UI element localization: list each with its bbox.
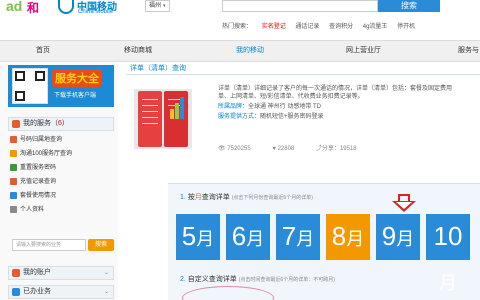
month-button[interactable]: 7月	[276, 214, 320, 260]
hot-link[interactable]: 查询积分	[329, 24, 353, 30]
hot-link[interactable]: 实名登记	[262, 24, 286, 30]
brand-row: 所属品牌：全球通 神州行 动感地带 TD	[218, 103, 478, 111]
header: ad 和 中国移动 China Mobile 福州 搜索 热门搜索： 实名登记 …	[0, 0, 480, 38]
and-logo-mark: ad	[6, 0, 23, 14]
hot-search-label: 热门搜索：	[222, 24, 253, 30]
hot-link[interactable]: 通话记录	[295, 24, 319, 30]
my-services-label: 我的服务	[23, 120, 51, 127]
service-item[interactable]: 重置服务密码	[8, 161, 114, 175]
china-mobile-icon	[58, 0, 74, 14]
service-icon	[10, 192, 17, 199]
views-stat: 👁 7520255	[218, 146, 251, 152]
china-mobile-logo[interactable]: 中国移动 China Mobile	[58, 0, 138, 20]
service-icon	[10, 164, 17, 171]
method-value: 随机短信+服务密码登录	[260, 114, 324, 120]
service-item[interactable]: 套餐使用情况	[8, 189, 114, 203]
shares-stat[interactable]: ⤴分享：19518	[316, 146, 367, 152]
service-item[interactable]: 号码归属地查询	[8, 133, 114, 147]
search-input[interactable]	[222, 0, 378, 12]
chevron-down-icon: ⌄	[103, 270, 109, 276]
my-services-count: 6	[58, 120, 62, 127]
service-item[interactable]: 充值记录查询	[8, 175, 114, 189]
service-icon	[10, 136, 17, 143]
chevron-down-icon: ⌄	[103, 289, 109, 295]
service-label: 套餐使用情况	[20, 193, 57, 199]
service-list: 号码归属地查询淘通100服务厅查询 重置服务密码 充值记录查询 套餐使用情况 个人资料	[8, 133, 114, 217]
my-account-label: 我的账户	[23, 269, 51, 276]
banner-subtitle: 下载手机客户端	[54, 93, 97, 99]
service-icon	[10, 150, 17, 157]
he-logo-mark: 和	[27, 1, 40, 15]
my-services-icon	[12, 120, 20, 128]
month-button[interactable]: 6月	[226, 214, 270, 260]
service-label: 号码归属地查询	[20, 137, 63, 143]
nav-item-mall[interactable]: 移动商城	[124, 41, 152, 61]
main-nav: 首页 移动商城 我的移动 网上营业厅 服务与	[0, 40, 480, 62]
highlight-oval	[182, 286, 274, 300]
method-label: 服务提供方式：	[218, 114, 261, 120]
month-button[interactable]: 8月	[326, 214, 370, 260]
service-info: 详单（清单）详细记录了客户的每一次通话的情况，详单（清单）包括：套餐及固定费用 …	[218, 85, 478, 123]
service-item[interactable]: 个人资料	[8, 203, 114, 217]
my-account-item[interactable]: 我的账户 ⌄	[8, 266, 114, 280]
service-banner[interactable]: 服务大全 下载手机客户端	[8, 65, 114, 107]
service-icon	[10, 178, 17, 185]
brand-value: 全球通 神州行 动感地带 TD	[248, 104, 322, 110]
hot-link[interactable]: 停开机	[397, 24, 415, 30]
month-button[interactable]: 9月	[376, 214, 420, 260]
done-business-label: 已办业务	[23, 288, 51, 295]
banner-title: 服务大全	[52, 69, 102, 87]
likes-stat[interactable]: ♥ 22808	[272, 146, 304, 152]
hot-link[interactable]: 4g流量王	[363, 24, 388, 30]
search-button[interactable]: 搜索	[378, 0, 440, 12]
step-month-query: 1. 按月查询详单 (点击下列月份查询最近6个月的详单)	[180, 194, 313, 201]
method-row: 服务提供方式：随机短信+服务密码登录	[218, 113, 478, 121]
nav-item-service[interactable]: 服务与	[458, 41, 479, 61]
page-title: 详单（清单）查询	[126, 63, 480, 75]
city-selector[interactable]: 福州	[145, 0, 170, 12]
nav-item-my-mobile[interactable]: 我的移动	[236, 41, 264, 61]
hot-search: 热门搜索： 实名登记 通话记录 查询积分 4g流量王 停开机	[222, 21, 423, 30]
done-business-item[interactable]: 已办业务 ⌄	[8, 285, 114, 299]
sidebar: 服务大全 下载手机客户端 我的服务（6） 号码归属地查询淘通100服务厅查询 重置…	[0, 63, 118, 300]
brand-label: 所属品牌：	[218, 104, 249, 110]
detail-list-icon	[134, 89, 192, 149]
service-icon	[10, 206, 17, 213]
month-button[interactable]: 5月	[176, 214, 220, 260]
service-description: 详单（清单）详细记录了客户的每一次通话的情况，详单（清单）包括：套餐及固定费用 …	[218, 86, 453, 100]
step-custom-query: 2. 自定义查询详单 (点击时间查询最近6个月的详单：不可跨月)	[180, 276, 335, 283]
service-label: 充值记录查询	[20, 179, 57, 185]
account-icon	[12, 269, 20, 277]
service-search-button[interactable]: 搜索	[88, 239, 114, 251]
qr-code	[12, 68, 48, 104]
service-item[interactable]: 淘通100服务厅查询	[8, 147, 114, 161]
my-services-header[interactable]: 我的服务（6）	[8, 117, 114, 131]
logo-brand-en: China Mobile	[78, 9, 114, 15]
service-label: 淘通100服务厅查询	[20, 151, 73, 157]
query-panel: 1. 按月查询详单 (点击下列月份查询最近6个月的详单) 5月 6月 7月 8月 9月 1…	[168, 183, 480, 300]
main-content: 详单（清单）查询 详单（清单）详细记录了客户的每一次通话的情况，详单（清单）包括…	[126, 63, 480, 300]
business-icon	[12, 288, 20, 296]
service-stats: 👁 7520255 ♥ 22808 ⤴分享：19518	[218, 143, 377, 152]
nav-item-online-hall[interactable]: 网上营业厅	[346, 41, 381, 61]
and-logo[interactable]: ad 和	[6, 0, 46, 20]
service-search-input[interactable]: 请输入要搜索的业务	[12, 239, 86, 251]
service-label: 重置服务密码	[20, 165, 57, 171]
service-label: 个人资料	[20, 207, 45, 213]
month-button[interactable]: 10月	[426, 214, 470, 293]
nav-item-home[interactable]: 首页	[36, 41, 50, 61]
down-arrow-icon	[392, 194, 416, 212]
